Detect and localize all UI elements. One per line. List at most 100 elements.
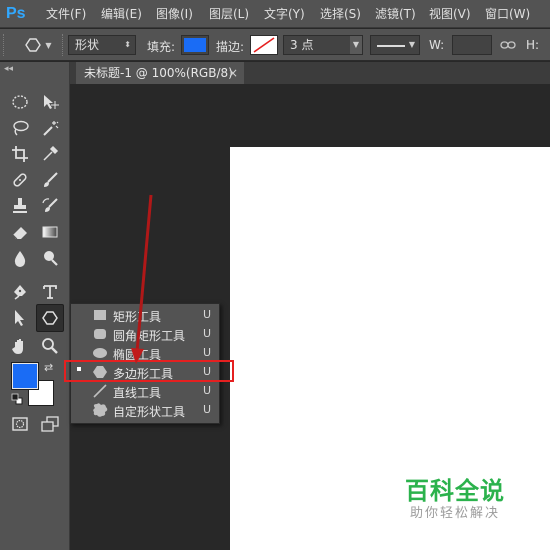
tool-preset-picker[interactable]: ▼ xyxy=(18,33,58,57)
flyout-item-label: 自定形状工具 xyxy=(113,405,186,419)
lasso-icon xyxy=(13,120,29,136)
rounded-rectangle-icon xyxy=(94,329,106,339)
bandage-icon xyxy=(13,173,27,187)
options-grip xyxy=(3,34,6,56)
stroke-swatch[interactable] xyxy=(250,35,278,55)
ellipse-icon xyxy=(93,348,107,358)
watermark-subtitle: 助你轻松解决 xyxy=(410,506,501,521)
menu-type[interactable]: 文字(Y) xyxy=(264,6,305,22)
stroke-width-value: 3 点 xyxy=(290,38,314,52)
photoshop-logo: Ps xyxy=(6,5,26,22)
fill-swatch[interactable] xyxy=(181,35,209,55)
document-tab[interactable]: 未标题-1 @ 100%(RGB/8) × xyxy=(76,62,244,84)
stroke-width-field[interactable]: 3 点 ▼ xyxy=(283,35,363,55)
stamp-icon xyxy=(13,198,27,213)
move-icon xyxy=(44,95,59,109)
swap-colors-icon[interactable]: ⇄ xyxy=(44,361,53,374)
marquee-tool[interactable] xyxy=(6,90,34,114)
flyout-item-label: 矩形工具 xyxy=(113,310,162,324)
type-tool[interactable] xyxy=(36,280,64,304)
gradient-tool[interactable] xyxy=(36,220,64,244)
fill-label: 填充: xyxy=(147,40,176,54)
zoom-tool[interactable] xyxy=(36,334,64,358)
solid-line-icon xyxy=(377,44,405,47)
healing-brush-tool[interactable] xyxy=(6,168,34,192)
menu-image[interactable]: 图像(I) xyxy=(156,6,193,22)
flyout-item-label: 圆角矩形工具 xyxy=(113,329,186,343)
polygon-icon xyxy=(25,38,42,52)
eyedropper-tool[interactable] xyxy=(36,142,64,166)
rectangle-icon xyxy=(94,310,106,320)
crop-tool[interactable] xyxy=(6,142,34,166)
document-tab-title: 未标题-1 @ 100%(RGB/8) xyxy=(84,66,233,80)
history-brush-tool[interactable] xyxy=(36,194,64,218)
type-icon xyxy=(43,285,57,299)
close-icon[interactable]: × xyxy=(228,62,238,84)
default-colors-icon[interactable] xyxy=(11,393,23,405)
line-icon xyxy=(93,384,107,398)
watermark-title: 百科全说 xyxy=(405,477,505,505)
dodge-tool[interactable] xyxy=(36,246,64,270)
fill-color xyxy=(184,38,206,52)
document-tab-bar: 未标题-1 @ 100%(RGB/8) × xyxy=(70,62,550,84)
quick-mask-icon xyxy=(12,417,28,431)
hand-tool[interactable] xyxy=(6,334,34,358)
no-color-icon xyxy=(253,37,275,53)
chevron-down-icon: ▼ xyxy=(408,40,415,49)
menu-select[interactable]: 选择(S) xyxy=(320,6,361,22)
brush-tool[interactable] xyxy=(36,168,64,192)
custom-shape-icon xyxy=(93,403,108,417)
flyout-item-label: 直线工具 xyxy=(113,386,162,400)
flyout-item-line[interactable]: 直线工具 U xyxy=(71,382,221,401)
magic-wand-icon xyxy=(43,121,59,136)
updown-icon: ⬍ xyxy=(124,40,131,49)
options-divider xyxy=(62,34,65,56)
width-label: W: xyxy=(429,38,445,52)
menu-window[interactable]: 窗口(W) xyxy=(485,6,530,22)
clone-stamp-tool[interactable] xyxy=(6,194,34,218)
flyout-item-shortcut: U xyxy=(202,346,211,359)
stroke-type-dropdown[interactable]: ▼ xyxy=(370,35,420,55)
menu-file[interactable]: 文件(F) xyxy=(46,6,86,22)
pen-icon xyxy=(14,285,26,300)
flyout-item-shortcut: U xyxy=(202,308,211,321)
shape-tool[interactable] xyxy=(36,304,64,332)
path-selection-tool[interactable] xyxy=(6,306,34,330)
hand-icon xyxy=(12,339,23,354)
foreground-color-swatch[interactable] xyxy=(11,362,39,390)
flyout-item-rectangle[interactable]: 矩形工具 U xyxy=(71,306,221,325)
stroke-label: 描边: xyxy=(216,40,245,54)
lasso-tool[interactable] xyxy=(6,116,34,140)
menu-layer[interactable]: 图层(L) xyxy=(209,6,249,22)
shape-mode-value: 形状 xyxy=(75,38,100,52)
height-label: H: xyxy=(526,38,540,52)
flyout-item-shortcut: U xyxy=(202,384,211,397)
link-icon[interactable] xyxy=(500,37,516,53)
magic-wand-tool[interactable] xyxy=(36,116,64,140)
collapse-icon[interactable]: ◂◂ xyxy=(4,64,13,74)
move-tool[interactable] xyxy=(36,90,64,114)
tools-panel: ◂◂ ⇄ xyxy=(0,62,70,550)
shape-mode-dropdown[interactable]: 形状 ⬍ xyxy=(68,35,136,55)
gradient-icon xyxy=(42,226,58,238)
blur-tool[interactable] xyxy=(6,246,34,270)
flyout-item-rounded-rectangle[interactable]: 圆角矩形工具 U xyxy=(71,325,221,344)
quick-mask-button[interactable] xyxy=(6,412,34,436)
eraser-icon xyxy=(12,227,27,240)
screen-mode-icon xyxy=(41,416,59,432)
chevron-down-icon: ▼ xyxy=(349,36,362,54)
pen-tool[interactable] xyxy=(6,280,34,304)
elliptical-marquee-icon xyxy=(12,95,28,109)
flyout-item-shortcut: U xyxy=(202,327,211,340)
menu-edit[interactable]: 编辑(E) xyxy=(101,6,142,22)
highlight-box xyxy=(64,360,234,382)
eraser-tool[interactable] xyxy=(6,220,34,244)
menu-filter[interactable]: 滤镜(T) xyxy=(375,6,416,22)
screen-mode-button[interactable] xyxy=(36,412,64,436)
chevron-down-icon: ▼ xyxy=(45,40,52,50)
flyout-item-custom-shape[interactable]: 自定形状工具 U xyxy=(71,401,221,420)
width-input[interactable] xyxy=(452,35,492,55)
dodge-icon xyxy=(44,251,58,266)
path-selection-icon xyxy=(15,310,24,326)
menu-view[interactable]: 视图(V) xyxy=(429,6,471,22)
